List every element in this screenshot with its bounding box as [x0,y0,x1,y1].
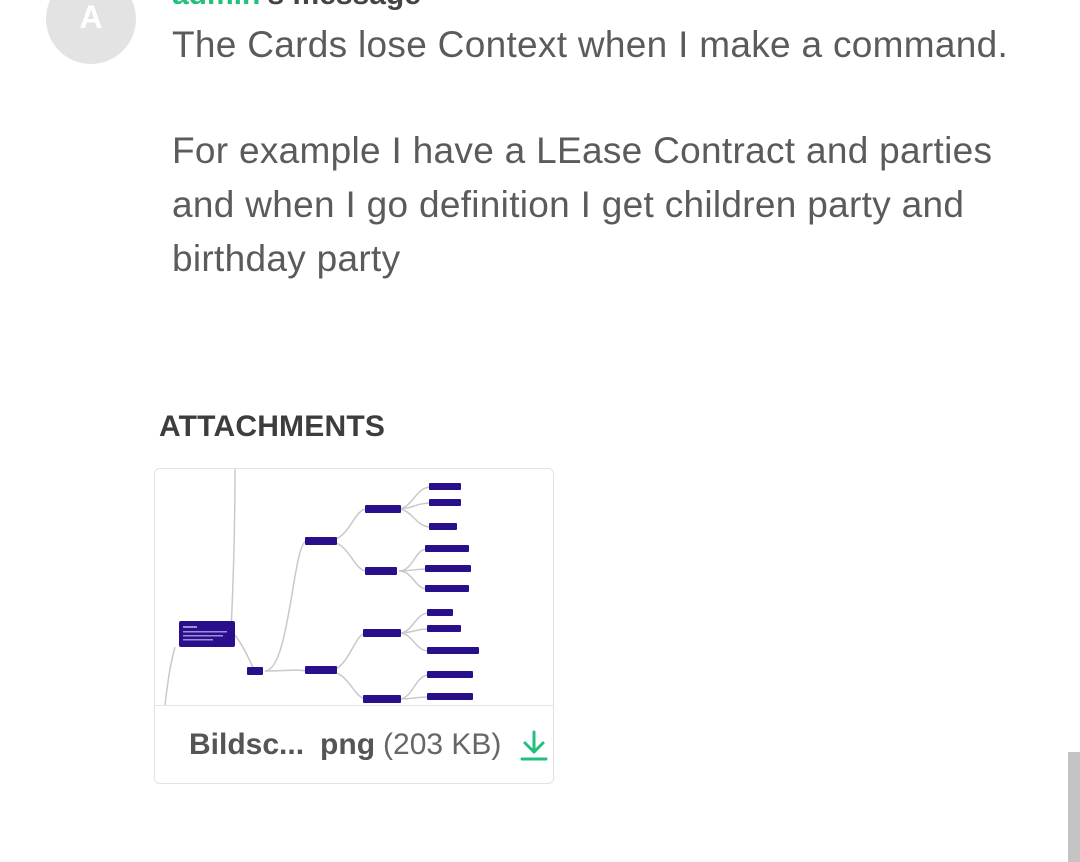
avatar[interactable]: A [46,0,136,64]
attachment-filename[interactable]: Bildsc... [189,728,304,762]
author-name[interactable]: admin [172,0,260,11]
attachment-file-row[interactable]: Bildsc... png (203 KB) [155,705,553,783]
download-arrow-icon[interactable] [519,728,549,762]
attachment-card[interactable]: Bildsc... png (203 KB) [154,468,554,784]
scrollbar-thumb[interactable] [1068,752,1080,862]
message-header-suffix: 's message [260,0,421,11]
message-paragraph: For example I have a LEase Contract and … [172,130,993,279]
message-body: The Cards lose Context when I make a com… [172,18,1032,338]
message-header: admin's message [172,0,421,12]
message-paragraph: The Cards lose Context when I make a com… [172,24,1009,65]
avatar-initial: A [79,0,103,35]
attachment-thumbnail[interactable] [155,469,554,706]
attachment-size: (203 KB) [383,728,502,761]
attachments-heading: ATTACHMENTS [159,410,386,443]
attachment-extension: png [320,728,376,761]
